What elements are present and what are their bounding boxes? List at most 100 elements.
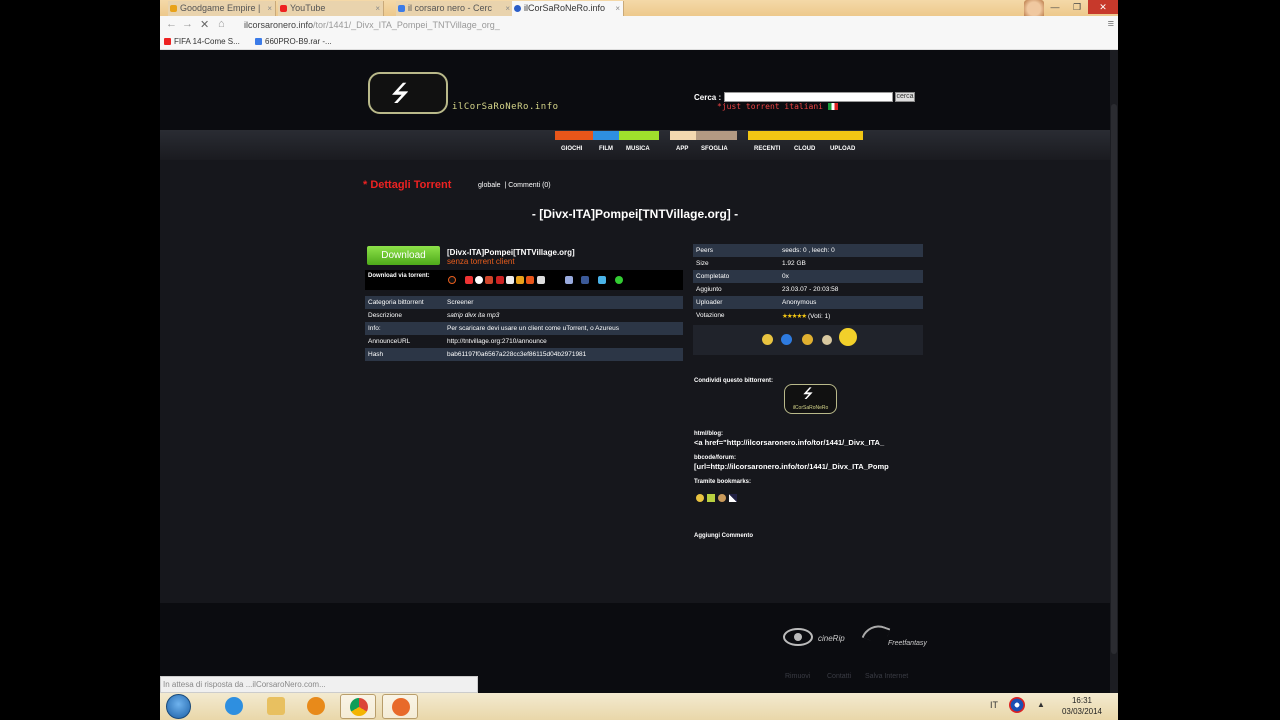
bookmark-service-icon[interactable]: [718, 494, 726, 502]
close-tab-icon[interactable]: ×: [267, 1, 272, 16]
fantasy-text: Freetfantasy: [888, 640, 927, 647]
client-icon[interactable]: [526, 276, 534, 284]
taskbar-media[interactable]: [298, 694, 334, 719]
taskbar-chrome[interactable]: [340, 694, 376, 719]
nav-cloud[interactable]: CLOUD: [794, 146, 815, 152]
client-icon[interactable]: [475, 276, 483, 284]
client-icon[interactable]: [506, 276, 514, 284]
site-logo[interactable]: ϟ: [368, 72, 448, 114]
bookmark-label: FIFA 14-Come S...: [174, 37, 240, 46]
clock-date: 03/03/2014: [1061, 707, 1103, 716]
tab-corsaronero[interactable]: ilCorSaRoNeRo.info ×: [512, 1, 624, 16]
tab-goodgame[interactable]: Goodgame Empire | ×: [168, 1, 276, 16]
taskbar-app[interactable]: [382, 694, 418, 719]
tab-youtube[interactable]: YouTube ×: [278, 1, 384, 16]
minimize-icon[interactable]: —: [1044, 0, 1066, 14]
menu-icon[interactable]: ≡: [1108, 18, 1114, 30]
close-tab-icon[interactable]: ×: [505, 1, 510, 16]
row-value: bab61197f0a6567a228cc3ef86115d04b2971981: [444, 348, 683, 361]
nav-sfoglia[interactable]: SFOGLIA: [701, 146, 728, 152]
fantasy-logo[interactable]: Freetfantasy: [860, 620, 927, 652]
bookmark-service-icon[interactable]: [696, 494, 704, 502]
footer-link-salva[interactable]: Salva Internet: [865, 673, 908, 680]
bookmark-660pro[interactable]: 660PRO-B9.rar -...: [255, 37, 332, 46]
torrent-info-table: Categoria bittorrent Screener Descrizione…: [365, 296, 683, 361]
tab-label: il corsaro nero - Cerc: [408, 3, 493, 13]
nav-upload[interactable]: UPLOAD: [830, 146, 855, 152]
torrent-stats-table: Peers seeds: 0 , leech: 0 Size 1.92 GB Com…: [693, 244, 923, 322]
nav-giochi[interactable]: GIOCHI: [561, 146, 582, 152]
start-button[interactable]: [166, 694, 191, 719]
tab-search[interactable]: il corsaro nero - Cerc ×: [396, 1, 514, 16]
system-clock[interactable]: 16:31 03/03/2014: [1053, 695, 1111, 717]
tab-globale[interactable]: globale: [478, 182, 501, 189]
download-button[interactable]: Download: [367, 246, 440, 265]
close-window-icon[interactable]: ✕: [1088, 0, 1118, 14]
row-value: 1.92 GB: [782, 260, 806, 267]
nav-bar-sfoglia: [696, 131, 737, 140]
forward-icon[interactable]: →: [182, 18, 193, 30]
footer-link-rimuovi[interactable]: Rimuovi: [785, 673, 810, 680]
search-button[interactable]: cerca: [895, 92, 915, 102]
client-icon[interactable]: [516, 276, 524, 284]
taskbar-explorer[interactable]: [258, 694, 294, 719]
tab-label: YouTube: [290, 3, 326, 13]
announce-url[interactable]: http://tntvillage.org:2710/announce: [444, 335, 683, 348]
language-indicator[interactable]: IT: [990, 700, 998, 710]
add-comment-link[interactable]: Aggiungi Commento: [694, 533, 753, 539]
nav-app[interactable]: APP: [676, 146, 688, 152]
client-icon[interactable]: [496, 276, 504, 284]
browser-toolbar: ← → ✕ ⌂ ilcorsaronero.info/tor/1441/_Div…: [160, 16, 1118, 35]
maximize-icon[interactable]: ❐: [1066, 0, 1088, 14]
footer-link-contatti[interactable]: Contatti: [827, 673, 851, 680]
download-via-row: Download via torrent:: [365, 270, 683, 290]
magnet-search-icon[interactable]: [448, 276, 456, 284]
tray-shield-icon[interactable]: [1009, 697, 1025, 713]
tab-commenti[interactable]: | Commenti (0): [504, 182, 550, 189]
rating-stars: ★★★★★: [782, 312, 807, 320]
taskbar-ie[interactable]: [216, 694, 252, 719]
file-icon: [255, 38, 262, 45]
tray-expand-icon[interactable]: ▲: [1037, 700, 1045, 709]
email-icon[interactable]: [565, 276, 573, 284]
share-logo-text: ilCorSaRoNeRo: [792, 405, 829, 411]
twitter-icon[interactable]: [598, 276, 606, 284]
bookmark-fifa[interactable]: FIFA 14-Come S...: [164, 37, 240, 46]
nav-recenti[interactable]: RECENTI: [754, 146, 780, 152]
vote-smiley-icon[interactable]: [762, 334, 773, 345]
page-scrollbar[interactable]: [1110, 50, 1118, 693]
client-icon[interactable]: [465, 276, 473, 284]
vote-smiley-icon[interactable]: [802, 334, 813, 345]
stop-icon[interactable]: ✕: [200, 18, 209, 31]
detail-tabs: globale | Commenti (0): [478, 182, 551, 189]
vote-smiley-icon[interactable]: [822, 335, 832, 345]
scrollbar-thumb[interactable]: [1111, 104, 1117, 654]
no-client-link[interactable]: senza torrent client: [447, 257, 515, 266]
delicious-icon[interactable]: [729, 494, 737, 502]
close-tab-icon[interactable]: ×: [375, 1, 380, 16]
bookmark-service-icon[interactable]: [707, 494, 715, 502]
close-tab-icon[interactable]: ×: [615, 1, 620, 16]
search-input[interactable]: [724, 92, 893, 102]
client-icon[interactable]: [485, 276, 493, 284]
lightning-icon: ϟ: [800, 386, 815, 403]
row-value: seeds: 0 , leech: 0: [779, 244, 923, 257]
home-icon[interactable]: ⌂: [218, 18, 225, 30]
row-key: AnnounceURL: [368, 338, 411, 345]
html-code[interactable]: <a href="http://ilcorsaronero.info/tor/1…: [694, 438, 912, 447]
client-icon[interactable]: [537, 276, 545, 284]
facebook-icon[interactable]: [581, 276, 589, 284]
bookmarks-bar: FIFA 14-Come S... 660PRO-B9.rar -...: [160, 35, 1118, 50]
row-key: Info:: [365, 322, 444, 335]
lightning-icon: ϟ: [386, 78, 413, 109]
address-bar[interactable]: ilcorsaronero.info/tor/1441/_Divx_ITA_Po…: [244, 18, 1044, 33]
share-icon[interactable]: [615, 276, 623, 284]
nav-film[interactable]: FILM: [599, 146, 613, 152]
back-icon[interactable]: ←: [166, 18, 177, 30]
share-logo[interactable]: ϟ ilCorSaRoNeRo: [784, 384, 837, 414]
bbcode-code[interactable]: [url=http://ilcorsaronero.info/tor/1441/…: [694, 462, 912, 471]
cinerip-logo[interactable]: cineRip: [783, 626, 853, 650]
vote-smiley-icon[interactable]: [781, 334, 792, 345]
vote-smiley-icon[interactable]: [839, 328, 857, 346]
nav-musica[interactable]: MUSICA: [626, 146, 650, 152]
